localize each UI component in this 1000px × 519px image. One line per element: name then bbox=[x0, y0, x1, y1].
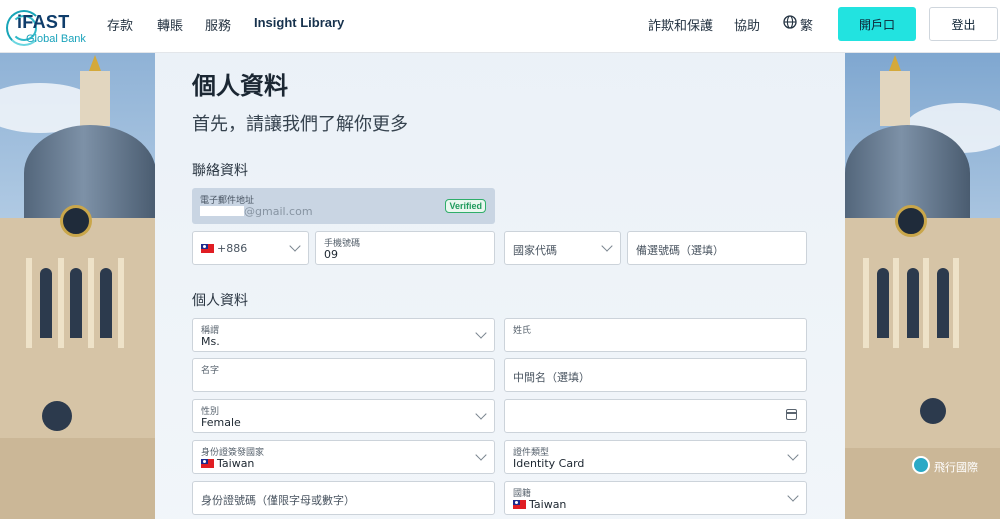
first-name-input[interactable]: 名字 bbox=[192, 358, 495, 392]
id-type-select[interactable]: 證件類型 Identity Card bbox=[504, 440, 807, 474]
chevron-down-icon bbox=[787, 490, 799, 502]
taiwan-flag-icon bbox=[201, 459, 214, 468]
contact-section-title: 聯絡資料 bbox=[192, 163, 248, 179]
middle-name-placeholder: 中間名（選填） bbox=[513, 371, 590, 384]
backup-number-placeholder: 備選號碼（選填） bbox=[636, 244, 724, 257]
id-type-value: Identity Card bbox=[513, 457, 585, 470]
phone-code-value: +886 bbox=[217, 242, 248, 255]
id-number-input[interactable]: 身份證號碼（僅限字母或數字） bbox=[192, 481, 495, 515]
chevron-down-icon bbox=[475, 327, 487, 339]
email-redaction bbox=[200, 206, 244, 216]
nav-deposits[interactable]: 存款 bbox=[107, 15, 133, 34]
country-code-placeholder: 國家代碼 bbox=[513, 244, 557, 257]
id-issuing-country-select[interactable]: 身份證簽發國家 Taiwan bbox=[192, 440, 495, 474]
ifast-logo[interactable]: iFAST Global Bank bbox=[6, 8, 88, 46]
surname-input[interactable]: 姓氏 bbox=[504, 318, 807, 352]
calendar-icon[interactable] bbox=[786, 409, 797, 420]
nationality-value: Taiwan bbox=[529, 498, 567, 511]
personal-info-form-panel: 個人資料 首先，請讓我們了解你更多 聯絡資料 電子郵件地址 @gmail.com… bbox=[155, 53, 845, 519]
chevron-down-icon bbox=[475, 408, 487, 420]
verified-badge: Verified bbox=[445, 199, 486, 213]
mobile-number-input[interactable]: 手機號碼 09 bbox=[315, 231, 495, 265]
background-building-left bbox=[0, 53, 155, 519]
chevron-down-icon bbox=[289, 240, 301, 252]
first-name-label: 名字 bbox=[201, 366, 220, 376]
backup-country-code-select[interactable]: 國家代碼 bbox=[504, 231, 621, 265]
logo-brand-text: iFAST bbox=[17, 12, 70, 32]
backup-number-input[interactable]: 備選號碼（選填） bbox=[627, 231, 807, 265]
background-building-right bbox=[845, 53, 1000, 519]
top-nav-bar: iFAST Global Bank 存款 轉賬 服務 Insight Libra… bbox=[0, 0, 1000, 53]
mobile-value: 09 bbox=[324, 248, 338, 261]
open-account-button[interactable]: 開戶口 bbox=[838, 7, 916, 41]
taiwan-flag-icon bbox=[201, 244, 214, 253]
nav-transfer[interactable]: 轉賬 bbox=[157, 15, 183, 34]
date-of-birth-input[interactable] bbox=[504, 399, 807, 433]
logout-button[interactable]: 登出 bbox=[929, 7, 998, 41]
nationality-select[interactable]: 國籍 Taiwan bbox=[504, 481, 807, 515]
chevron-down-icon bbox=[787, 449, 799, 461]
page-title: 個人資料 bbox=[192, 72, 288, 100]
personal-section-title: 個人資料 bbox=[192, 293, 248, 309]
nav-services[interactable]: 服務 bbox=[205, 15, 231, 34]
nav-fraud-protection[interactable]: 詐欺和保護 bbox=[648, 15, 713, 34]
id-country-value: Taiwan bbox=[217, 457, 255, 470]
nav-insight-library[interactable]: Insight Library bbox=[254, 15, 344, 30]
taiwan-flag-icon bbox=[513, 500, 526, 509]
nav-help[interactable]: 協助 bbox=[734, 15, 760, 34]
chevron-down-icon bbox=[601, 240, 613, 252]
chevron-down-icon bbox=[475, 449, 487, 461]
globe-icon[interactable] bbox=[783, 15, 797, 29]
gender-value: Female bbox=[201, 416, 241, 429]
middle-name-input[interactable]: 中間名（選填） bbox=[504, 358, 807, 392]
page-subtitle: 首先，請讓我們了解你更多 bbox=[192, 114, 408, 135]
watermark-text: 飛行國際 bbox=[934, 461, 978, 474]
id-number-placeholder: 身份證號碼（僅限字母或數字） bbox=[201, 494, 355, 507]
gender-select[interactable]: 性別 Female bbox=[192, 399, 495, 433]
logo-sub-text: Global Bank bbox=[26, 33, 86, 45]
title-select[interactable]: 稱謂 Ms. bbox=[192, 318, 495, 352]
email-field: 電子郵件地址 @gmail.com Verified bbox=[192, 188, 495, 224]
language-switch[interactable]: 繁 bbox=[800, 15, 813, 34]
watermark-icon bbox=[912, 456, 930, 474]
surname-label: 姓氏 bbox=[513, 326, 532, 336]
email-value: @gmail.com bbox=[244, 205, 313, 218]
phone-country-code-select[interactable]: +886 bbox=[192, 231, 309, 265]
title-value: Ms. bbox=[201, 335, 220, 348]
